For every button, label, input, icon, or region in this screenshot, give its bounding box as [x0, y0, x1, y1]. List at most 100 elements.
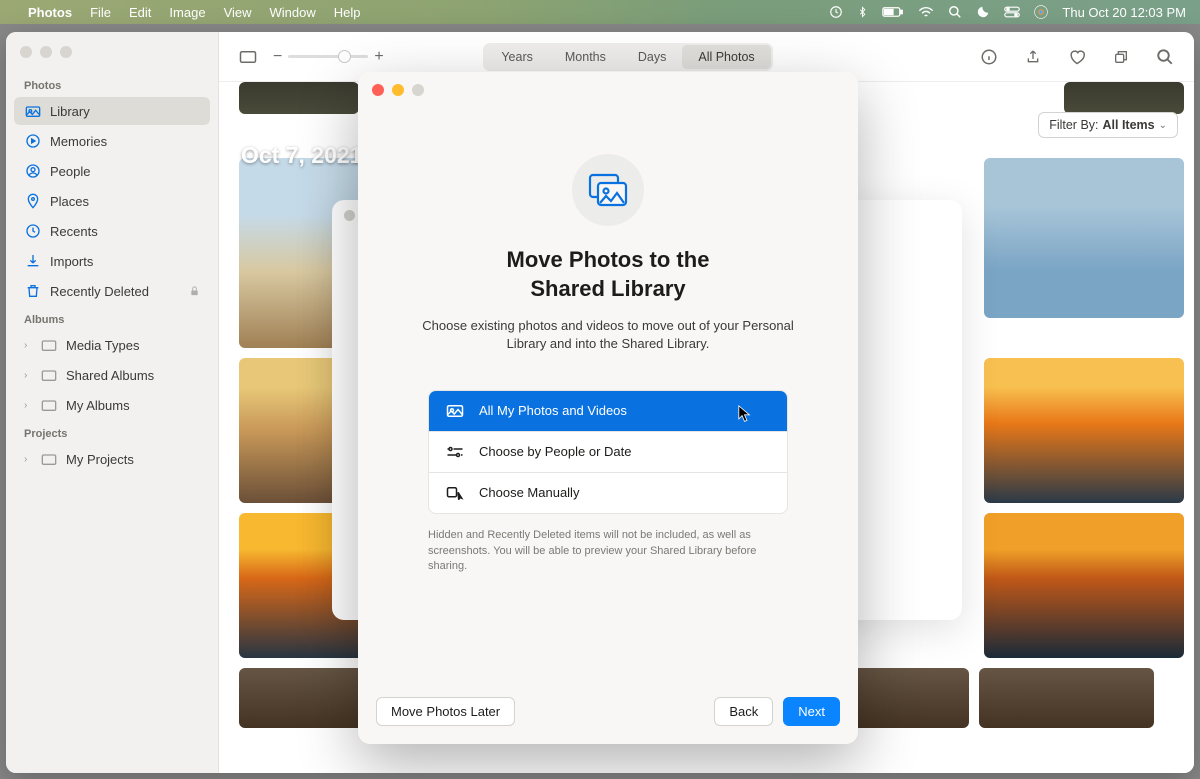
photo-thumbnail[interactable] — [979, 668, 1154, 728]
search-icon[interactable] — [1152, 44, 1178, 70]
select-icon — [445, 485, 465, 501]
sidebar-item-label: Memories — [50, 134, 107, 149]
spotlight-icon[interactable] — [948, 5, 962, 19]
option-people-date[interactable]: Choose by People or Date — [429, 431, 787, 472]
sidebar-item-recents[interactable]: Recents — [14, 217, 210, 245]
siri-icon[interactable] — [1034, 5, 1048, 19]
sidebar-item-shared-albums[interactable]: › Shared Albums — [14, 361, 210, 389]
photos-icon — [445, 403, 465, 419]
timemachine-icon[interactable] — [829, 5, 843, 19]
rotate-icon[interactable] — [1108, 44, 1134, 70]
sidebar-item-label: My Albums — [66, 398, 130, 413]
photo-thumbnail[interactable] — [1064, 82, 1184, 114]
close-window-button[interactable] — [20, 46, 32, 58]
sidebar-item-label: Places — [50, 194, 89, 209]
sidebar-section-albums: Albums — [6, 306, 218, 330]
sidebar-item-people[interactable]: People — [14, 157, 210, 185]
zoom-track[interactable] — [288, 55, 368, 58]
minimize-window-button[interactable] — [40, 46, 52, 58]
modal-close-button[interactable] — [372, 84, 384, 96]
share-icon[interactable] — [1020, 44, 1046, 70]
sidebar-item-memories[interactable]: Memories — [14, 127, 210, 155]
maximize-window-button[interactable] — [60, 46, 72, 58]
option-all-photos[interactable]: All My Photos and Videos — [429, 391, 787, 431]
aspect-icon[interactable] — [235, 44, 261, 70]
menubar: Photos File Edit Image View Window Help … — [0, 0, 1200, 24]
sidebar-item-recently-deleted[interactable]: Recently Deleted — [14, 277, 210, 305]
modal-maximize-button[interactable] — [412, 84, 424, 96]
option-label: All My Photos and Videos — [479, 403, 627, 418]
sidebar-item-places[interactable]: Places — [14, 187, 210, 215]
filter-dropdown[interactable]: Filter By: All Items ⌄ — [1038, 112, 1178, 138]
modal-note: Hidden and Recently Deleted items will n… — [428, 528, 788, 576]
sidebar-item-label: Recents — [50, 224, 98, 239]
clock[interactable]: Thu Oct 20 12:03 PM — [1062, 5, 1186, 20]
imports-icon — [24, 252, 42, 270]
shared-library-modal: Move Photos to the Shared Library Choose… — [358, 72, 858, 744]
control-center-icon[interactable] — [1004, 6, 1020, 18]
move-later-button[interactable]: Move Photos Later — [376, 697, 515, 726]
sidebar-item-library[interactable]: Library — [14, 97, 210, 125]
photo-thumbnail[interactable] — [984, 513, 1184, 658]
modal-subtitle: Choose existing photos and videos to mov… — [398, 317, 818, 353]
menu-image[interactable]: Image — [169, 5, 205, 20]
sidebar-item-media-types[interactable]: › Media Types — [14, 331, 210, 359]
filter-value: All Items — [1103, 118, 1155, 132]
sidebar-item-imports[interactable]: Imports — [14, 247, 210, 275]
sidebar-item-label: Imports — [50, 254, 93, 269]
sidebar: Photos Library Memories People Places Re… — [6, 32, 219, 773]
lock-icon — [189, 285, 200, 297]
battery-icon[interactable] — [882, 6, 904, 18]
modal-minimize-button[interactable] — [392, 84, 404, 96]
menu-view[interactable]: View — [224, 5, 252, 20]
cursor-icon — [738, 405, 751, 423]
photos-window: Photos Library Memories People Places Re… — [6, 32, 1194, 773]
bluetooth-icon[interactable] — [857, 5, 868, 19]
sidebar-item-label: People — [50, 164, 90, 179]
zoom-slider[interactable]: − + — [273, 48, 384, 66]
photo-thumbnail[interactable] — [984, 358, 1184, 503]
chevron-right-icon: › — [24, 454, 36, 465]
folder-icon — [40, 366, 58, 384]
seg-days[interactable]: Days — [622, 45, 682, 69]
menu-file[interactable]: File — [90, 5, 111, 20]
sheet-close-button[interactable] — [344, 210, 355, 221]
date-header: Oct 7, 2021 — [241, 142, 362, 169]
seg-all-photos[interactable]: All Photos — [682, 45, 770, 69]
seg-months[interactable]: Months — [549, 45, 622, 69]
places-icon — [24, 192, 42, 210]
back-button[interactable]: Back — [714, 697, 773, 726]
option-manually[interactable]: Choose Manually — [429, 472, 787, 513]
sidebar-item-label: Media Types — [66, 338, 139, 353]
menu-window[interactable]: Window — [270, 5, 316, 20]
next-button[interactable]: Next — [783, 697, 840, 726]
sidebar-item-my-projects[interactable]: › My Projects — [14, 445, 210, 473]
app-menu[interactable]: Photos — [28, 5, 72, 20]
favorite-icon[interactable] — [1064, 44, 1090, 70]
chevron-right-icon: › — [24, 370, 36, 381]
photo-thumbnail[interactable] — [984, 158, 1184, 318]
info-icon[interactable] — [976, 44, 1002, 70]
window-controls — [6, 32, 218, 72]
chevron-down-icon: ⌄ — [1159, 120, 1167, 131]
wifi-icon[interactable] — [918, 6, 934, 18]
filter-label: Filter By: — [1049, 118, 1098, 132]
zoom-in-icon[interactable]: + — [374, 48, 383, 66]
view-segment: Years Months Days All Photos — [483, 43, 772, 71]
option-label: Choose by People or Date — [479, 444, 631, 459]
library-icon — [24, 102, 42, 120]
menu-edit[interactable]: Edit — [129, 5, 151, 20]
dnd-icon[interactable] — [976, 5, 990, 19]
chevron-right-icon: › — [24, 340, 36, 351]
folder-icon — [40, 336, 58, 354]
seg-years[interactable]: Years — [485, 45, 549, 69]
menu-help[interactable]: Help — [334, 5, 361, 20]
sidebar-item-label: Library — [50, 104, 90, 119]
photo-thumbnail[interactable] — [239, 82, 359, 114]
people-icon — [24, 162, 42, 180]
zoom-thumb[interactable] — [338, 50, 351, 63]
sidebar-item-my-albums[interactable]: › My Albums — [14, 391, 210, 419]
chevron-right-icon: › — [24, 400, 36, 411]
zoom-out-icon[interactable]: − — [273, 48, 282, 66]
recents-icon — [24, 222, 42, 240]
